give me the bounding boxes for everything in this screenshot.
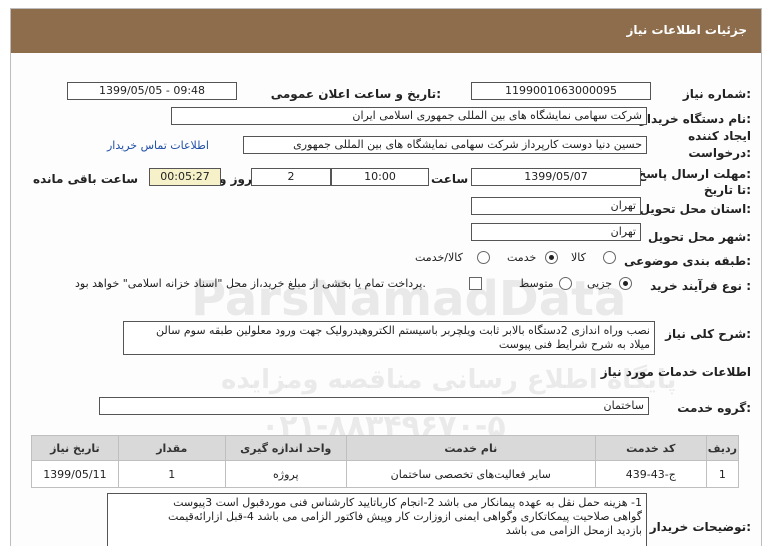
creator-label-line2: درخواست: — [688, 146, 751, 160]
category-option-goods-service: کالا/خدمت — [415, 251, 463, 264]
province-field: تهران — [471, 197, 641, 215]
deadline-date-field: 1399/05/07 — [471, 168, 641, 186]
category-radio-goods[interactable] — [603, 251, 616, 264]
cell-need-date: 1399/05/11 — [31, 460, 119, 488]
announce-label: تاریخ و ساعت اعلان عمومی: — [270, 87, 441, 101]
deadline-time-label: ساعت — [431, 172, 469, 186]
header-bar: جزئیات اطلاعات نیاز — [11, 9, 761, 53]
days-remaining-field: 2 — [251, 168, 331, 186]
summary-line-1: نصب وراه اندازی 2دستگاه بالابر ثابت ویلچ… — [156, 324, 650, 337]
col-header-service-name: نام خدمت — [345, 435, 596, 461]
treasury-payment-checkbox[interactable] — [469, 277, 482, 290]
need-number-label: شماره نیاز: — [682, 87, 751, 101]
col-header-service-code: کد خدمت — [594, 435, 707, 461]
category-option-goods: کالا — [571, 251, 586, 264]
services-table: ردیف کد خدمت نام خدمت واحد اندازه گیری م… — [31, 435, 740, 488]
service-group-label: گروه خدمت: — [677, 401, 751, 415]
creator-label-line1: ایجاد کننده — [688, 129, 751, 143]
cell-quantity: 1 — [117, 460, 226, 488]
category-radio-service[interactable] — [545, 251, 558, 264]
summary-line-2: میلاد به شرح شرایط فنی پیوست — [498, 338, 650, 351]
buyer-label: نام دستگاه خریدار: — [640, 112, 751, 126]
need-details-panel: جزئیات اطلاعات نیاز ParsNamadData پایگاه… — [10, 8, 762, 546]
process-radio-medium[interactable] — [559, 277, 572, 290]
buyer-contact-link[interactable]: اطلاعات تماس خریدار — [107, 139, 209, 152]
notes-line-2: گواهی صلاحیت پیمکاتکاری وگواهی ایمنی ازو… — [168, 510, 642, 523]
category-option-service: خدمت — [507, 251, 537, 264]
time-remaining-field: 00:05:27 — [149, 168, 221, 186]
creator-field: حسین دنیا دوست کارپرداز شرکت سهامی نمایش… — [243, 136, 647, 154]
col-header-quantity: مقدار — [117, 435, 226, 461]
col-header-need-date: تاریخ نیاز — [31, 435, 119, 461]
col-header-unit: واحد اندازه گیری — [224, 435, 347, 461]
city-field: تهران — [471, 223, 641, 241]
summary-label: شرح کلی نیاز: — [665, 327, 751, 341]
deadline-label-line1: مهلت ارسال پاسخ: — [637, 167, 751, 181]
category-label: طبقه بندی موضوعی: — [623, 254, 751, 268]
province-label: استان محل تحویل: — [639, 202, 751, 216]
process-option-medium: متوسط — [519, 277, 554, 290]
summary-textbox: نصب وراه اندازی 2دستگاه بالابر ثابت ویلچ… — [123, 321, 655, 355]
service-group-field: ساختمان — [99, 397, 649, 415]
notes-line-3: بازدید ازمحل الزامی می باشد — [505, 524, 642, 537]
announce-field: 1399/05/05 - 09:48 — [67, 82, 237, 100]
services-section-title: اطلاعات خدمات مورد نیاز — [600, 365, 751, 379]
process-option-minor: جزیی — [587, 277, 613, 290]
deadline-label-line2: تا تاریخ: — [703, 183, 751, 197]
treasury-payment-note: پرداخت تمام یا بخشی از مبلغ خرید،از محل … — [75, 277, 426, 290]
buyer-notes-textbox: 1- هزینه حمل نقل به عهده پیمانکار می باش… — [107, 493, 647, 546]
col-header-row-number: ردیف — [705, 435, 740, 461]
cell-unit: پروژه — [224, 460, 347, 488]
deadline-time-field: 10:00 — [331, 168, 429, 186]
cell-service-name: سایر فعالیت‌های تخصصی ساختمان — [345, 460, 596, 488]
process-radio-minor[interactable] — [619, 277, 632, 290]
buyer-field: شرکت سهامی نمایشگاه های بین المللی جمهور… — [171, 107, 647, 125]
table-header-row: ردیف کد خدمت نام خدمت واحد اندازه گیری م… — [31, 435, 740, 461]
buyer-notes-label: توضیحات خریدار: — [649, 520, 751, 534]
cell-service-code: ج-43-439 — [594, 460, 707, 488]
city-label: شهر محل تحویل: — [647, 230, 751, 244]
category-radio-goods-service[interactable] — [477, 251, 490, 264]
notes-line-1: 1- هزینه حمل نقل به عهده پیمانکار می باش… — [173, 496, 642, 509]
cell-row-number: 1 — [705, 460, 740, 488]
time-remaining-label: ساعت باقی مانده — [33, 172, 139, 186]
days-label: روز و — [219, 172, 252, 186]
page-title: جزئیات اطلاعات نیاز — [626, 23, 747, 37]
process-label: نوع فرآیند خرید : — [650, 279, 751, 293]
need-number-field: 1199001063000095 — [471, 82, 651, 100]
table-row: 1 ج-43-439 سایر فعالیت‌های تخصصی ساختمان… — [31, 460, 740, 488]
